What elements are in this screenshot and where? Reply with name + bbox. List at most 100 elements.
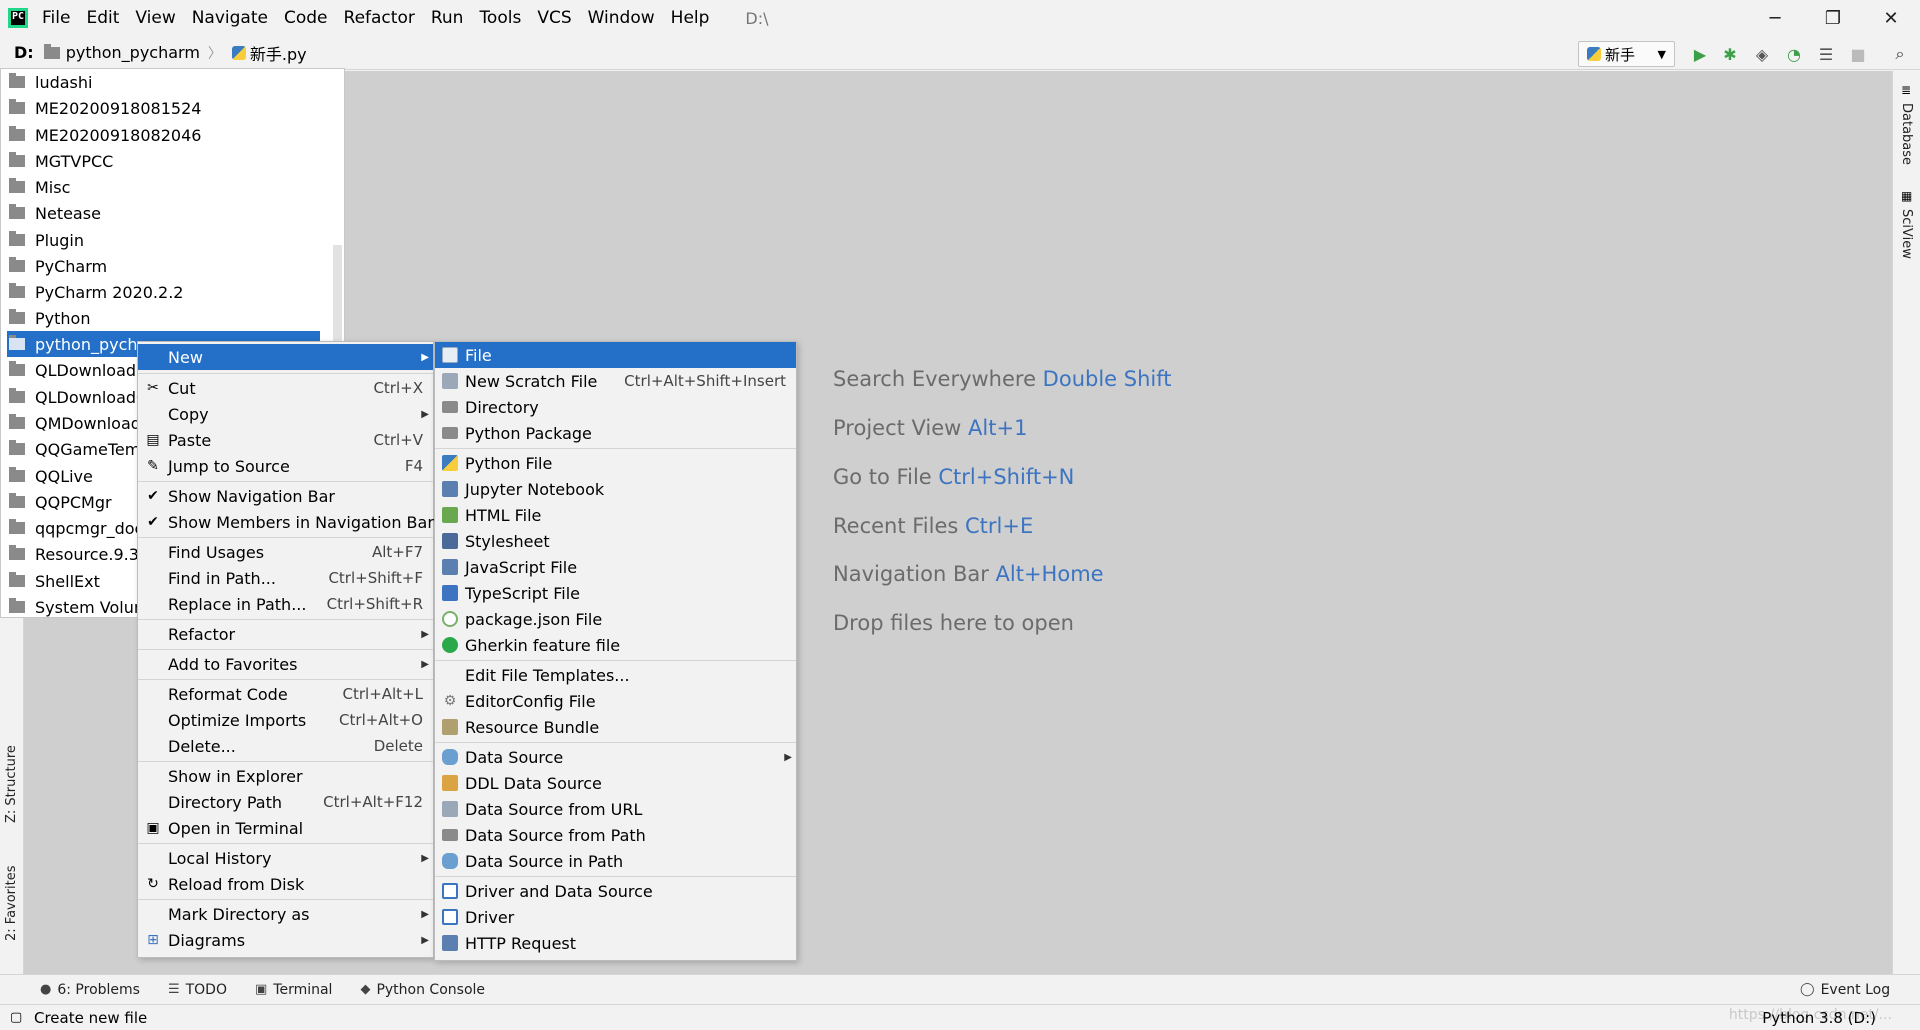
menu-item-show-navigation-bar[interactable]: ✔ Show Navigation Bar	[138, 483, 433, 509]
tree-item[interactable]: Misc	[9, 174, 70, 200]
menu-item-find-in-path[interactable]: Find in Path... Ctrl+Shift+F	[138, 565, 433, 591]
menu-refactor[interactable]: Refactor	[344, 8, 415, 28]
submenu-item-data-source-in-path[interactable]: Data Source in Path	[435, 848, 796, 874]
tree-item[interactable]: Plugin	[9, 227, 84, 253]
menu-item-new[interactable]: New ▶	[138, 344, 433, 370]
tree-item[interactable]: QQLive	[9, 463, 93, 489]
menu-window[interactable]: Window	[588, 8, 655, 28]
menu-code[interactable]: Code	[284, 8, 328, 28]
menu-item-diagrams[interactable]: ⊞ Diagrams ▶	[138, 927, 433, 953]
submenu-item-gherkin[interactable]: Gherkin feature file	[435, 632, 796, 658]
tree-item[interactable]: QLDownloadG	[9, 384, 148, 410]
menu-item-show-members[interactable]: ✔ Show Members in Navigation Bar	[138, 509, 434, 535]
submenu-item-driver[interactable]: Driver	[435, 904, 796, 930]
menu-tools[interactable]: Tools	[479, 8, 521, 28]
tree-item[interactable]: PyCharm 2020.2.2	[9, 279, 183, 305]
restore-button[interactable]: ❐	[1810, 0, 1856, 36]
favorites-tab[interactable]: 2: Favorites	[4, 865, 19, 941]
submenu-item-typescript-file[interactable]: TypeScript File	[435, 580, 796, 606]
submenu-item-file[interactable]: File	[435, 342, 796, 368]
menu-view[interactable]: View	[135, 8, 175, 28]
menu-item-show-in-explorer[interactable]: Show in Explorer	[138, 763, 433, 789]
submenu-item-data-source-from-url[interactable]: Data Source from URL	[435, 796, 796, 822]
tree-item[interactable]: QQGameTemp	[9, 436, 150, 462]
submenu-item-stylesheet[interactable]: Stylesheet	[435, 528, 796, 554]
menu-file[interactable]: File	[42, 8, 70, 28]
submenu-item-data-source-from-path[interactable]: Data Source from Path	[435, 822, 796, 848]
tree-item[interactable]: PyCharm	[9, 253, 107, 279]
menu-item-directory-path[interactable]: Directory Path Ctrl+Alt+F12	[138, 789, 433, 815]
menu-item-open-in-terminal[interactable]: ▣ Open in Terminal	[138, 815, 433, 841]
submenu-item-directory[interactable]: Directory	[435, 394, 796, 420]
tree-item[interactable]: MGTVPCC	[9, 148, 113, 174]
menu-item-jump-to-source[interactable]: ✎ Jump to Source F4	[138, 453, 433, 479]
tree-item[interactable]: QQPCMgr	[9, 489, 112, 515]
submenu-item-html-file[interactable]: HTML File	[435, 502, 796, 528]
tree-item[interactable]: Netease	[9, 200, 101, 226]
submenu-item-python-package[interactable]: Python Package	[435, 420, 796, 446]
debug-icon[interactable]: ✱	[1720, 44, 1740, 64]
menu-edit[interactable]: Edit	[86, 8, 119, 28]
coverage-icon[interactable]: ◈	[1752, 44, 1772, 64]
submenu-item-data-source[interactable]: Data Source ▶	[435, 744, 796, 770]
menu-item-optimize-imports[interactable]: Optimize Imports Ctrl+Alt+O	[138, 707, 433, 733]
breadcrumb-file[interactable]: 新手.py	[231, 41, 307, 65]
tab-todo[interactable]: ☰ TODO	[168, 982, 227, 998]
search-icon[interactable]: ⌕	[1890, 44, 1910, 64]
tree-item[interactable]: ME20200918082046	[9, 122, 201, 148]
minimize-button[interactable]: ─	[1752, 0, 1798, 36]
submenu-item-http-request[interactable]: HTTP Request	[435, 930, 796, 956]
close-button[interactable]: ✕	[1868, 0, 1914, 36]
menu-item-mark-directory-as[interactable]: Mark Directory as ▶	[138, 901, 433, 927]
menu-item-cut[interactable]: ✂ Cut Ctrl+X	[138, 375, 433, 401]
menu-vcs[interactable]: VCS	[537, 8, 571, 28]
submenu-item-javascript-file[interactable]: JavaScript File	[435, 554, 796, 580]
breadcrumb-drive[interactable]: D:	[14, 43, 34, 62]
tree-item[interactable]: ME20200918081524	[9, 95, 201, 121]
tree-item[interactable]: ShellExt	[9, 568, 100, 594]
menu-item-find-usages[interactable]: Find Usages Alt+F7	[138, 539, 433, 565]
menu-item-reload-from-disk[interactable]: ↻ Reload from Disk	[138, 871, 433, 897]
tree-item[interactable]: QMDownload	[9, 410, 141, 436]
menu-item-local-history[interactable]: Local History ▶	[138, 845, 433, 871]
submenu-item-package-json[interactable]: package.json File	[435, 606, 796, 632]
menu-item-paste[interactable]: ▤ Paste Ctrl+V	[138, 427, 433, 453]
tab-event-log[interactable]: ◯ Event Log	[1800, 982, 1890, 998]
database-tab[interactable]: Database	[1899, 103, 1914, 165]
tab-python-console[interactable]: ◆ Python Console	[360, 982, 485, 998]
tab-terminal[interactable]: ▣ Terminal	[255, 982, 332, 998]
submenu-item-editorconfig[interactable]: ⚙ EditorConfig File	[435, 688, 796, 714]
menu-help[interactable]: Help	[671, 8, 710, 28]
tree-item[interactable]: Resource.9.3.8	[9, 541, 154, 567]
menu-item-add-to-favorites[interactable]: Add to Favorites ▶	[138, 651, 433, 677]
submenu-item-jupyter-notebook[interactable]: Jupyter Notebook	[435, 476, 796, 502]
submenu-item-resource-bundle[interactable]: Resource Bundle	[435, 714, 796, 740]
menu-run[interactable]: Run	[431, 8, 464, 28]
profile-icon[interactable]: ◔	[1784, 44, 1804, 64]
menu-navigate[interactable]: Navigate	[192, 8, 268, 28]
tree-item[interactable]: ludashi	[9, 69, 92, 95]
tab-problems[interactable]: ● 6: Problems	[40, 982, 140, 998]
interpreter-selector[interactable]: Python 3.8 (D:)	[1762, 1009, 1876, 1027]
submenu-item-edit-file-templates[interactable]: Edit File Templates...	[435, 662, 796, 688]
run-configuration-select[interactable]: 新手 ▼	[1578, 41, 1675, 67]
menu-item-replace-in-path[interactable]: Replace in Path... Ctrl+Shift+R	[138, 591, 433, 617]
run-icon[interactable]: ▶	[1690, 44, 1710, 64]
stop-icon[interactable]: ■	[1848, 44, 1868, 64]
breadcrumb-folder[interactable]: python_pycharm 〉	[43, 43, 222, 63]
submenu-item-python-file[interactable]: Python File	[435, 450, 796, 476]
structure-tab[interactable]: Z: Structure	[4, 745, 19, 823]
menu-item-copy[interactable]: Copy ▶	[138, 401, 433, 427]
submenu-item-new-scratch-file[interactable]: New Scratch File Ctrl+Alt+Shift+Insert	[435, 368, 796, 394]
tree-item[interactable]: qqpcmgr_doc	[9, 515, 143, 541]
tree-item[interactable]: Python	[9, 305, 90, 331]
sciview-tab[interactable]: SciView	[1899, 209, 1914, 259]
tree-item[interactable]: QLDownload	[9, 357, 136, 383]
menu-item-refactor[interactable]: Refactor ▶	[138, 621, 433, 647]
menu-item-delete[interactable]: Delete... Delete	[138, 733, 433, 759]
submenu-item-ddl-data-source[interactable]: DDL Data Source	[435, 770, 796, 796]
menu-item-reformat-code[interactable]: Reformat Code Ctrl+Alt+L	[138, 681, 433, 707]
status-layout-icon[interactable]: ▢	[10, 1010, 22, 1025]
submenu-item-driver-and-data-source[interactable]: Driver and Data Source	[435, 878, 796, 904]
tree-item[interactable]: System Volum	[9, 594, 149, 617]
